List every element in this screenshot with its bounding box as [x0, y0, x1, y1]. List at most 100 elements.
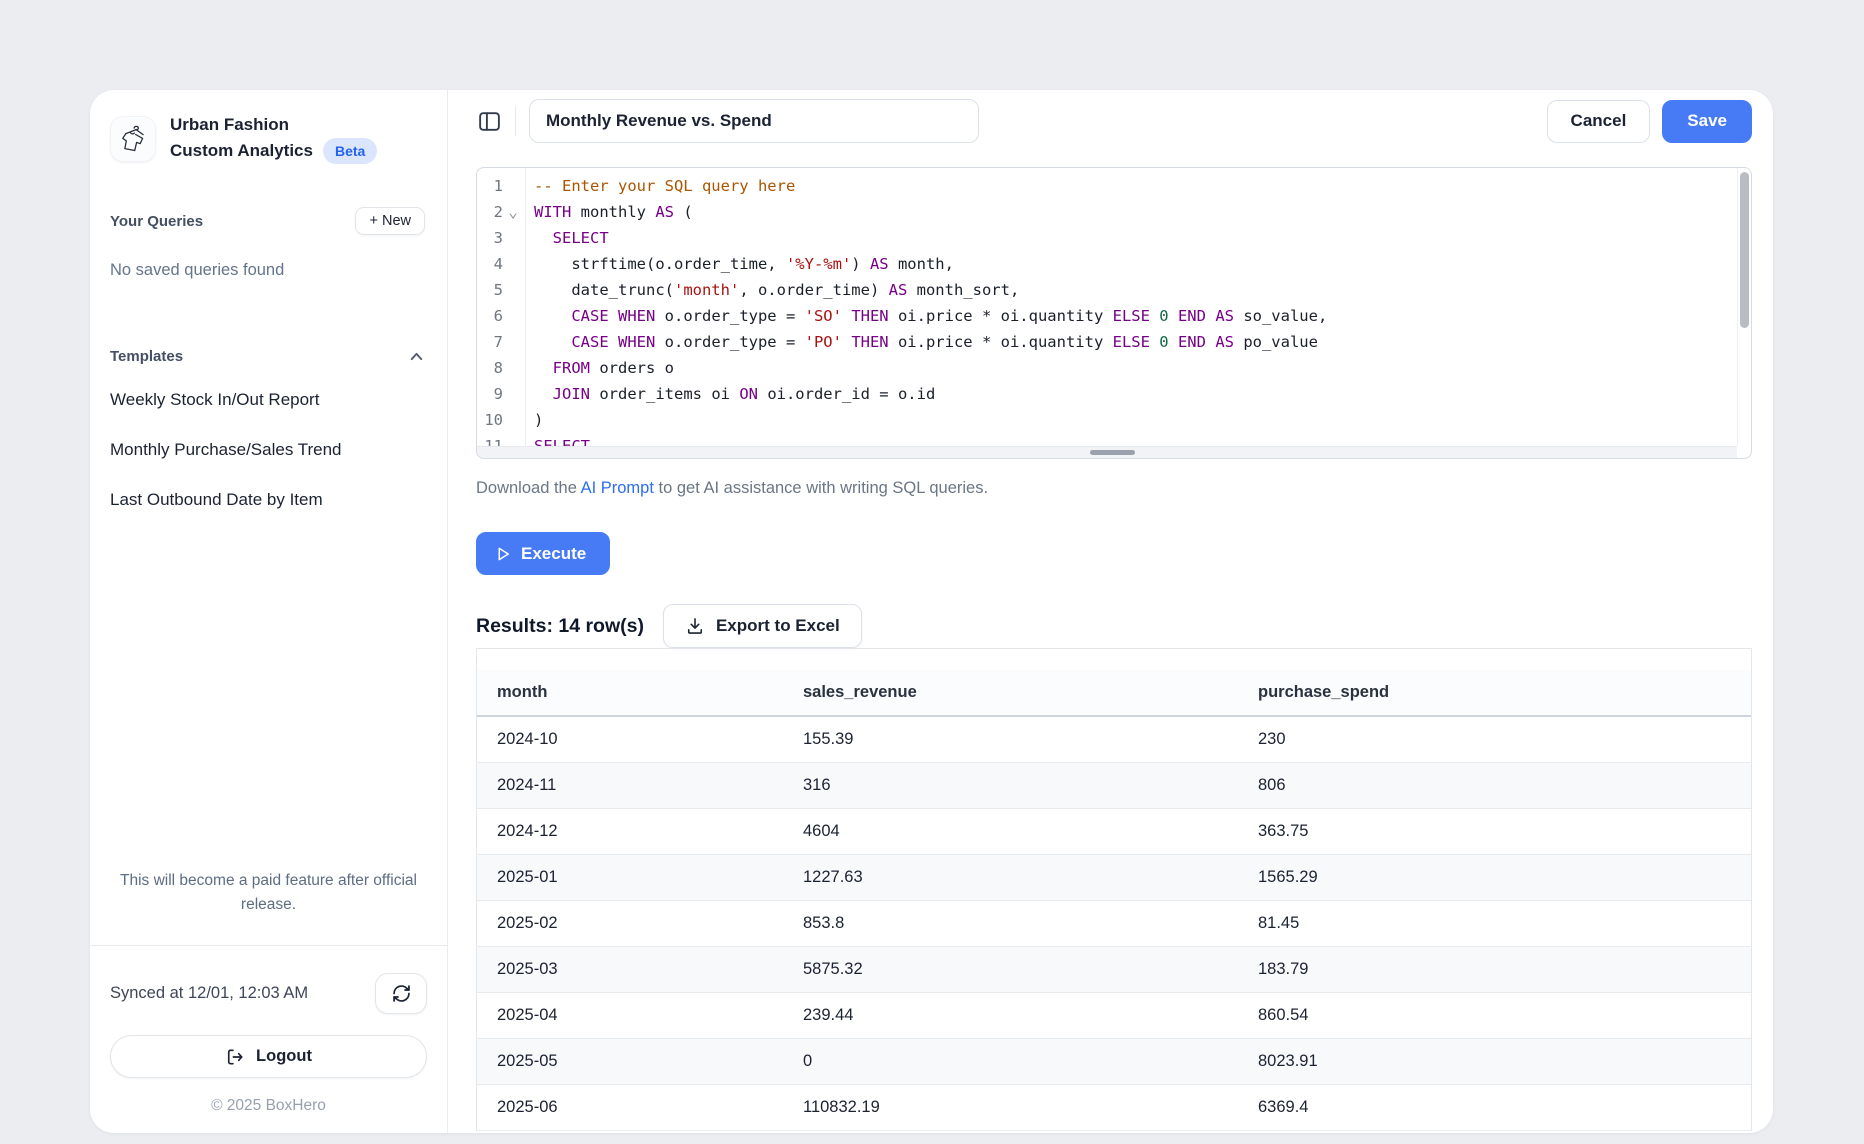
chevron-up-icon — [408, 348, 425, 365]
code-text: FROM orders o — [525, 355, 1751, 381]
table-cell: 155.39 — [783, 716, 1238, 763]
table-cell: 0 — [783, 1039, 1238, 1085]
code-line: 7 CASE WHEN o.order_type = 'PO' THEN oi.… — [477, 329, 1751, 355]
code-line: 4 strftime(o.order_time, '%Y-%m') AS mon… — [477, 251, 1751, 277]
line-number: 9 — [477, 381, 525, 407]
workspace-name: Urban Fashion — [170, 112, 377, 138]
ai-prompt-note: Download the AI Prompt to get AI assista… — [476, 479, 1752, 498]
ai-note-prefix: Download the — [476, 479, 581, 497]
line-number: 3 — [477, 225, 525, 251]
logout-icon — [225, 1047, 245, 1067]
line-number: 10 — [477, 407, 525, 433]
app-logo — [110, 116, 156, 162]
column-header-sales-revenue: sales_revenue — [783, 670, 1238, 716]
execute-button[interactable]: Execute — [476, 532, 610, 575]
copyright-text: © 2025 BoxHero — [90, 1078, 447, 1133]
beta-badge: Beta — [323, 138, 377, 164]
template-item-last-outbound[interactable]: Last Outbound Date by Item — [90, 475, 447, 525]
export-label: Export to Excel — [716, 616, 840, 636]
gutter-separator — [525, 168, 526, 446]
table-row: 2025-06110832.196369.4 — [477, 1085, 1751, 1131]
app-title: Custom Analytics — [170, 138, 313, 164]
table-cell: 2024-11 — [477, 763, 783, 809]
ai-prompt-link[interactable]: AI Prompt — [581, 479, 654, 497]
app-card: Urban Fashion Custom Analytics Beta Your… — [90, 90, 1773, 1133]
ai-note-suffix: to get AI assistance with writing SQL qu… — [654, 479, 988, 497]
table-row: 2025-02853.881.45 — [477, 901, 1751, 947]
vertical-scroll-thumb[interactable] — [1740, 172, 1749, 328]
template-item-monthly-trend[interactable]: Monthly Purchase/Sales Trend — [90, 425, 447, 475]
table-body: 2024-10155.392302024-113168062024-124604… — [477, 716, 1751, 1131]
code-text: -- Enter your SQL query here — [525, 173, 1751, 199]
code-line: 9 JOIN order_items oi ON oi.order_id = o… — [477, 381, 1751, 407]
editor-vertical-scrollbar[interactable] — [1737, 168, 1751, 446]
table-cell: 2025-05 — [477, 1039, 783, 1085]
table-cell: 6369.4 — [1238, 1085, 1751, 1131]
column-header-purchase-spend: purchase_spend — [1238, 670, 1751, 716]
editor-horizontal-scrollbar[interactable] — [477, 446, 1737, 458]
main-header: Cancel Save — [476, 99, 1752, 143]
header-divider — [515, 106, 516, 136]
table-row: 2025-035875.32183.79 — [477, 947, 1751, 993]
code-text: CASE WHEN o.order_type = 'SO' THEN oi.pr… — [525, 303, 1751, 329]
table-header-row: month sales_revenue purchase_spend — [477, 670, 1751, 716]
table-row: 2025-04239.44860.54 — [477, 993, 1751, 1039]
sql-editor[interactable]: 1-- Enter your SQL query here2⌄WITH mont… — [476, 167, 1752, 459]
panel-toggle-icon — [477, 109, 502, 134]
templates-header[interactable]: Templates — [110, 348, 425, 365]
code-text: strftime(o.order_time, '%Y-%m') AS month… — [525, 251, 1751, 277]
code-line: 5 date_trunc('month', o.order_time) AS m… — [477, 277, 1751, 303]
table-cell: 230 — [1238, 716, 1751, 763]
code-text: SELECT — [525, 225, 1751, 251]
save-button[interactable]: Save — [1662, 100, 1752, 143]
code-line: 2⌄WITH monthly AS ( — [477, 199, 1751, 225]
refresh-button[interactable] — [375, 973, 427, 1014]
table-cell: 8023.91 — [1238, 1039, 1751, 1085]
code-text: date_trunc('month', o.order_time) AS mon… — [525, 277, 1751, 303]
table-cell: 860.54 — [1238, 993, 1751, 1039]
table-row: 2025-0508023.91 — [477, 1039, 1751, 1085]
line-number: 7 — [477, 329, 525, 355]
code-line: 1-- Enter your SQL query here — [477, 173, 1751, 199]
line-number: 5 — [477, 277, 525, 303]
horizontal-scroll-thumb[interactable] — [1090, 450, 1135, 455]
results-summary: Results: 14 row(s) — [476, 615, 644, 638]
export-excel-button[interactable]: Export to Excel — [663, 604, 862, 648]
table-row: 2024-124604363.75 — [477, 809, 1751, 855]
download-icon — [685, 616, 705, 636]
results-table: month sales_revenue purchase_spend 2024-… — [477, 670, 1751, 1131]
table-cell: 2025-06 — [477, 1085, 783, 1131]
template-item-weekly-stock[interactable]: Weekly Stock In/Out Report — [90, 375, 447, 425]
play-icon — [494, 545, 512, 563]
table-cell: 110832.19 — [783, 1085, 1238, 1131]
table-row: 2024-10155.39230 — [477, 716, 1751, 763]
your-queries-label: Your Queries — [110, 213, 203, 230]
table-cell: 4604 — [783, 809, 1238, 855]
results-table-wrap: month sales_revenue purchase_spend 2024-… — [476, 648, 1752, 1131]
query-title-input[interactable] — [529, 99, 979, 143]
logout-button[interactable]: Logout — [110, 1035, 427, 1078]
tshirt-hanger-icon — [115, 121, 151, 157]
code-text: WITH monthly AS ( — [525, 199, 1751, 225]
table-row: 2024-11316806 — [477, 763, 1751, 809]
table-row: 2025-011227.631565.29 — [477, 855, 1751, 901]
code-line: 3 SELECT — [477, 225, 1751, 251]
synced-at-text: Synced at 12/01, 12:03 AM — [110, 984, 308, 1003]
table-cell: 1227.63 — [783, 855, 1238, 901]
table-cell: 183.79 — [1238, 947, 1751, 993]
line-number: 6 — [477, 303, 525, 329]
new-query-button[interactable]: + New — [355, 207, 425, 235]
table-cell: 2025-03 — [477, 947, 783, 993]
table-cell: 853.8 — [783, 901, 1238, 947]
table-cell: 806 — [1238, 763, 1751, 809]
cancel-button[interactable]: Cancel — [1547, 100, 1651, 143]
sidebar-toggle-button[interactable] — [476, 108, 502, 134]
table-cell: 239.44 — [783, 993, 1238, 1039]
table-cell: 363.75 — [1238, 809, 1751, 855]
fold-chevron-icon[interactable]: ⌄ — [503, 199, 523, 225]
paid-feature-notice: This will become a paid feature after of… — [90, 869, 447, 917]
refresh-icon — [391, 983, 412, 1004]
execute-label: Execute — [521, 544, 586, 564]
code-lines: 1-- Enter your SQL query here2⌄WITH mont… — [477, 173, 1751, 459]
column-header-month: month — [477, 670, 783, 716]
